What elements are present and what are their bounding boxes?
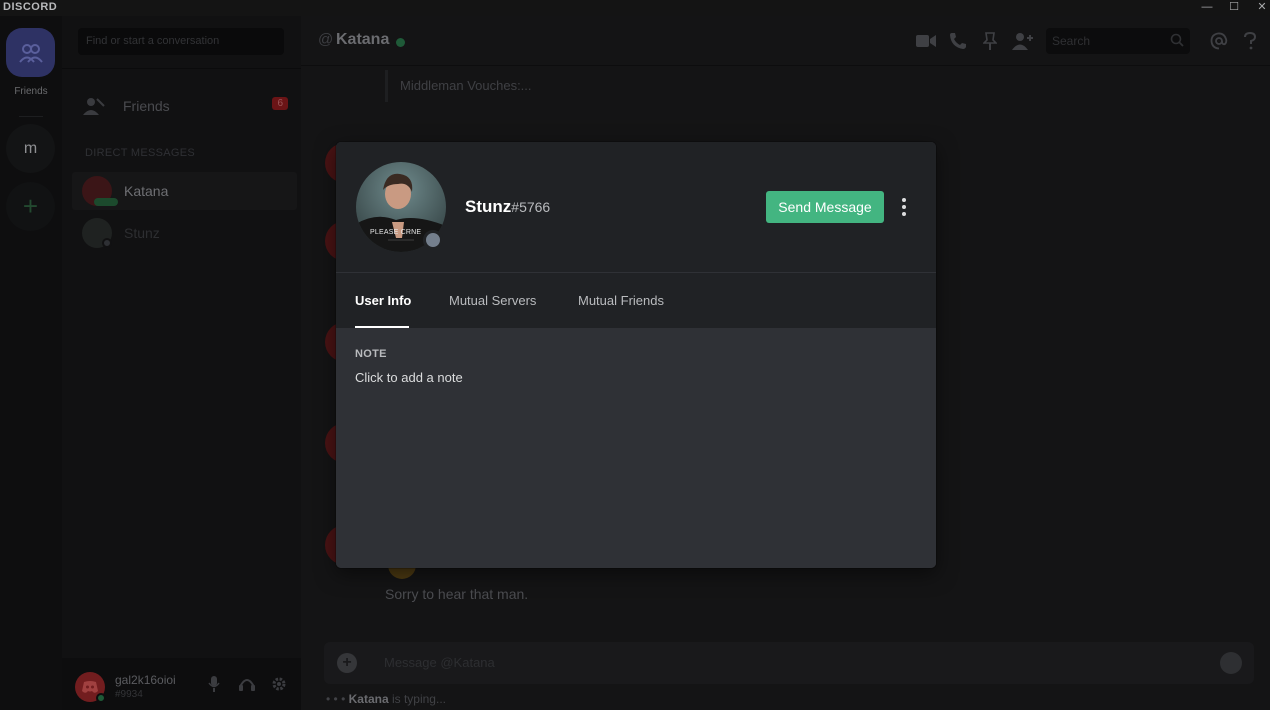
embed-text: Middleman Vouches:... (400, 78, 532, 93)
send-message-button[interactable]: Send Message (766, 191, 884, 223)
emoji-icon[interactable] (1220, 652, 1242, 674)
pin-icon[interactable] (979, 30, 1001, 52)
close-window-button[interactable]: ✕ (1248, 0, 1270, 14)
note-label: NOTE (355, 348, 387, 360)
username-text: Stunz (465, 197, 512, 216)
profile-username: Stunz#5766 (465, 197, 550, 217)
streaming-status-badge (94, 198, 118, 206)
add-friend-icon[interactable] (1011, 30, 1033, 52)
tab-mutual-servers[interactable]: Mutual Servers (449, 293, 536, 308)
title-bar: DISCORD — ☐ ✕ (0, 0, 1270, 16)
dm-sidebar: Find or start a conversation Friends 6 D… (62, 16, 301, 710)
find-conversation-input[interactable]: Find or start a conversation (78, 28, 284, 55)
dm-item-katana[interactable]: Katana (72, 172, 297, 210)
typing-dots-icon: • • • (326, 692, 349, 706)
minimize-button[interactable]: — (1193, 0, 1221, 14)
typing-user: Katana (348, 692, 389, 706)
upload-plus-icon[interactable]: + (337, 653, 357, 673)
friends-wave-icon (80, 96, 108, 116)
avatar (82, 176, 118, 206)
user-avatar[interactable] (75, 672, 106, 703)
dm-name: Katana (124, 183, 169, 199)
message-text: Sorry to hear that man. (385, 586, 529, 602)
app-logo: DISCORD (3, 1, 58, 13)
home-button[interactable] (6, 28, 55, 77)
current-username: gal2k16oioi (115, 673, 176, 687)
rail-divider (19, 116, 43, 117)
avatar-caption: PLEASE CRNE (370, 229, 422, 236)
sidebar-item-friends[interactable]: Friends 6 (72, 88, 292, 124)
add-server-button[interactable]: + (6, 182, 55, 231)
user-profile-modal: PLEASE CRNE Stunz#5766 Send Message User… (336, 142, 936, 568)
settings-gear-icon[interactable] (270, 675, 288, 693)
chat-search-input[interactable]: Search (1046, 28, 1190, 54)
friends-icon (18, 43, 43, 63)
search-icon (1170, 33, 1184, 50)
server-rail: Friends m + (0, 16, 62, 710)
at-sign-icon: @ (318, 31, 334, 48)
discord-window: DISCORD — ☐ ✕ Friends m + Find or start … (0, 0, 1270, 710)
tab-user-info[interactable]: User Info (355, 293, 411, 308)
microphone-icon[interactable] (205, 675, 223, 693)
note-input[interactable]: Click to add a note (355, 370, 463, 385)
tab-mutual-friends[interactable]: Mutual Friends (578, 293, 664, 308)
mentions-icon[interactable] (1208, 30, 1230, 52)
sidebar-divider (62, 68, 301, 69)
typing-indicator: • • • Katana is typing... (326, 692, 446, 706)
current-user-tag: #9934 (115, 689, 143, 700)
dm-item-stunz[interactable]: Stunz (72, 214, 297, 252)
embed-border (385, 70, 388, 102)
dm-name: Stunz (124, 225, 160, 241)
online-status-dot (96, 693, 106, 703)
user-panel: gal2k16oioi #9934 (62, 658, 301, 710)
server-icon-m[interactable]: m (6, 124, 55, 173)
dm-section-header: DIRECT MESSAGES (85, 147, 196, 159)
chat-title: Katana (336, 31, 390, 48)
search-placeholder: Search (1052, 34, 1091, 48)
home-label: Friends (14, 86, 48, 97)
message-composer[interactable]: + Message @Katana (324, 642, 1254, 684)
help-icon[interactable] (1239, 30, 1261, 52)
voice-call-icon[interactable] (947, 30, 969, 52)
more-options-icon[interactable] (896, 194, 912, 220)
discriminator: #5766 (511, 199, 551, 215)
profile-header: PLEASE CRNE Stunz#5766 Send Message (336, 142, 936, 272)
sidebar-item-label: Friends (123, 98, 170, 114)
avatar (82, 218, 112, 248)
maximize-button[interactable]: ☐ (1220, 0, 1248, 14)
chat-header: @ Katana Search (301, 16, 1270, 66)
offline-status-dot (423, 230, 443, 250)
message-input[interactable]: Message @Katana (384, 655, 495, 670)
profile-tabs: User Info Mutual Servers Mutual Friends (336, 272, 936, 328)
typing-text: is typing... (388, 692, 446, 706)
discord-logo-icon (82, 681, 98, 693)
pending-badge: 6 (272, 97, 288, 110)
headphones-icon[interactable] (238, 675, 256, 693)
offline-status-dot (102, 238, 112, 248)
video-call-icon[interactable] (915, 30, 937, 52)
user-info-panel: NOTE Click to add a note (336, 328, 936, 568)
online-status-dot (396, 38, 405, 47)
